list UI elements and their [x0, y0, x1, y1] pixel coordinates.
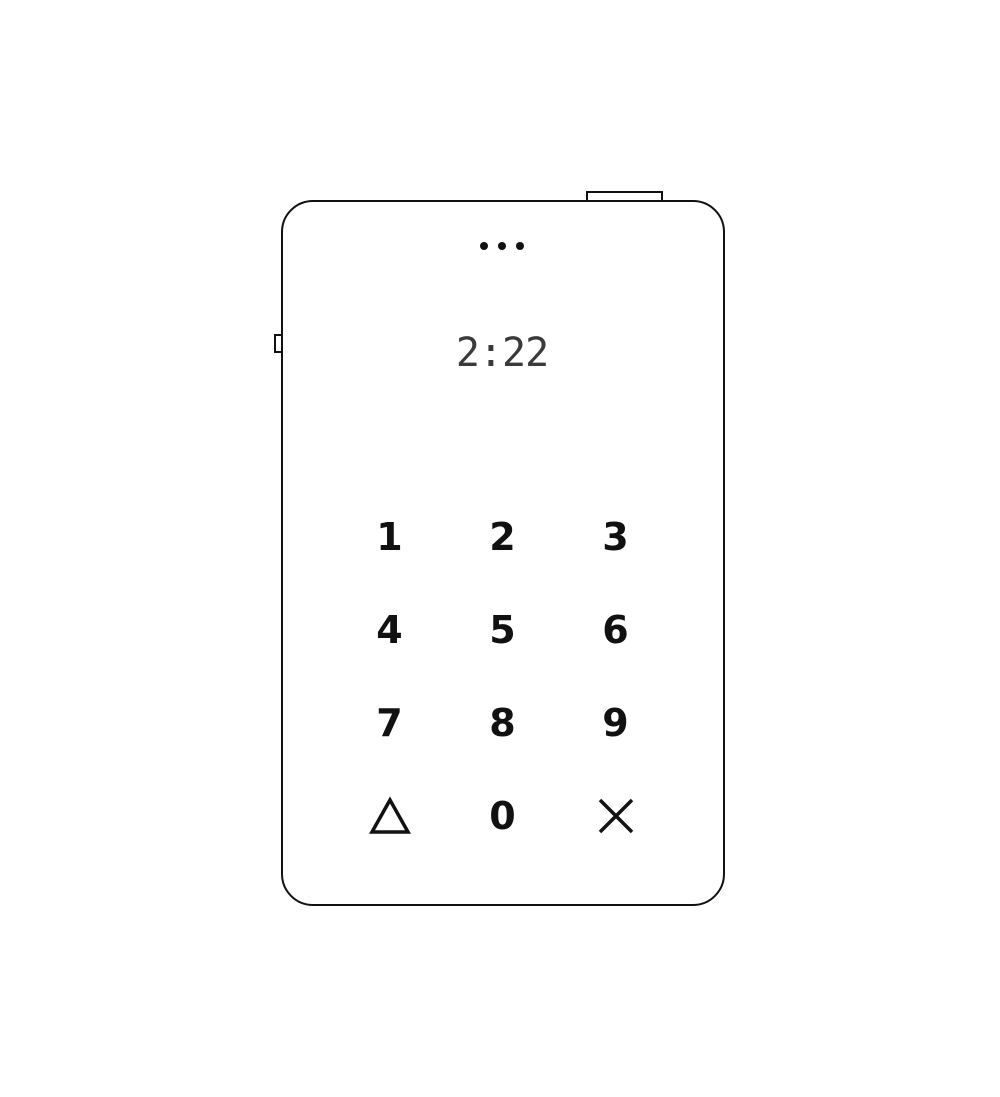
key-0[interactable]: 0 [446, 769, 559, 862]
triangle-icon [368, 795, 411, 834]
key-2[interactable]: 2 [446, 490, 559, 583]
key-6[interactable]: 6 [559, 583, 672, 676]
dot [498, 242, 506, 250]
dot [516, 242, 524, 250]
side-button[interactable] [274, 334, 281, 353]
key-8[interactable]: 8 [446, 676, 559, 769]
page: 2:22 1 2 3 4 5 6 7 8 9 0 [0, 0, 1000, 1097]
key-3[interactable]: 3 [559, 490, 672, 583]
key-1[interactable]: 1 [333, 490, 446, 583]
key-delete[interactable] [559, 769, 672, 862]
key-5[interactable]: 5 [446, 583, 559, 676]
key-4[interactable]: 4 [333, 583, 446, 676]
key-7[interactable]: 7 [333, 676, 446, 769]
keypad: 1 2 3 4 5 6 7 8 9 0 [333, 490, 673, 864]
dot [480, 242, 488, 250]
close-icon [598, 798, 633, 833]
clock-time: 2:22 [455, 330, 549, 376]
key-triangle[interactable] [333, 769, 446, 862]
more-dots-icon[interactable] [472, 236, 532, 256]
key-9[interactable]: 9 [559, 676, 672, 769]
